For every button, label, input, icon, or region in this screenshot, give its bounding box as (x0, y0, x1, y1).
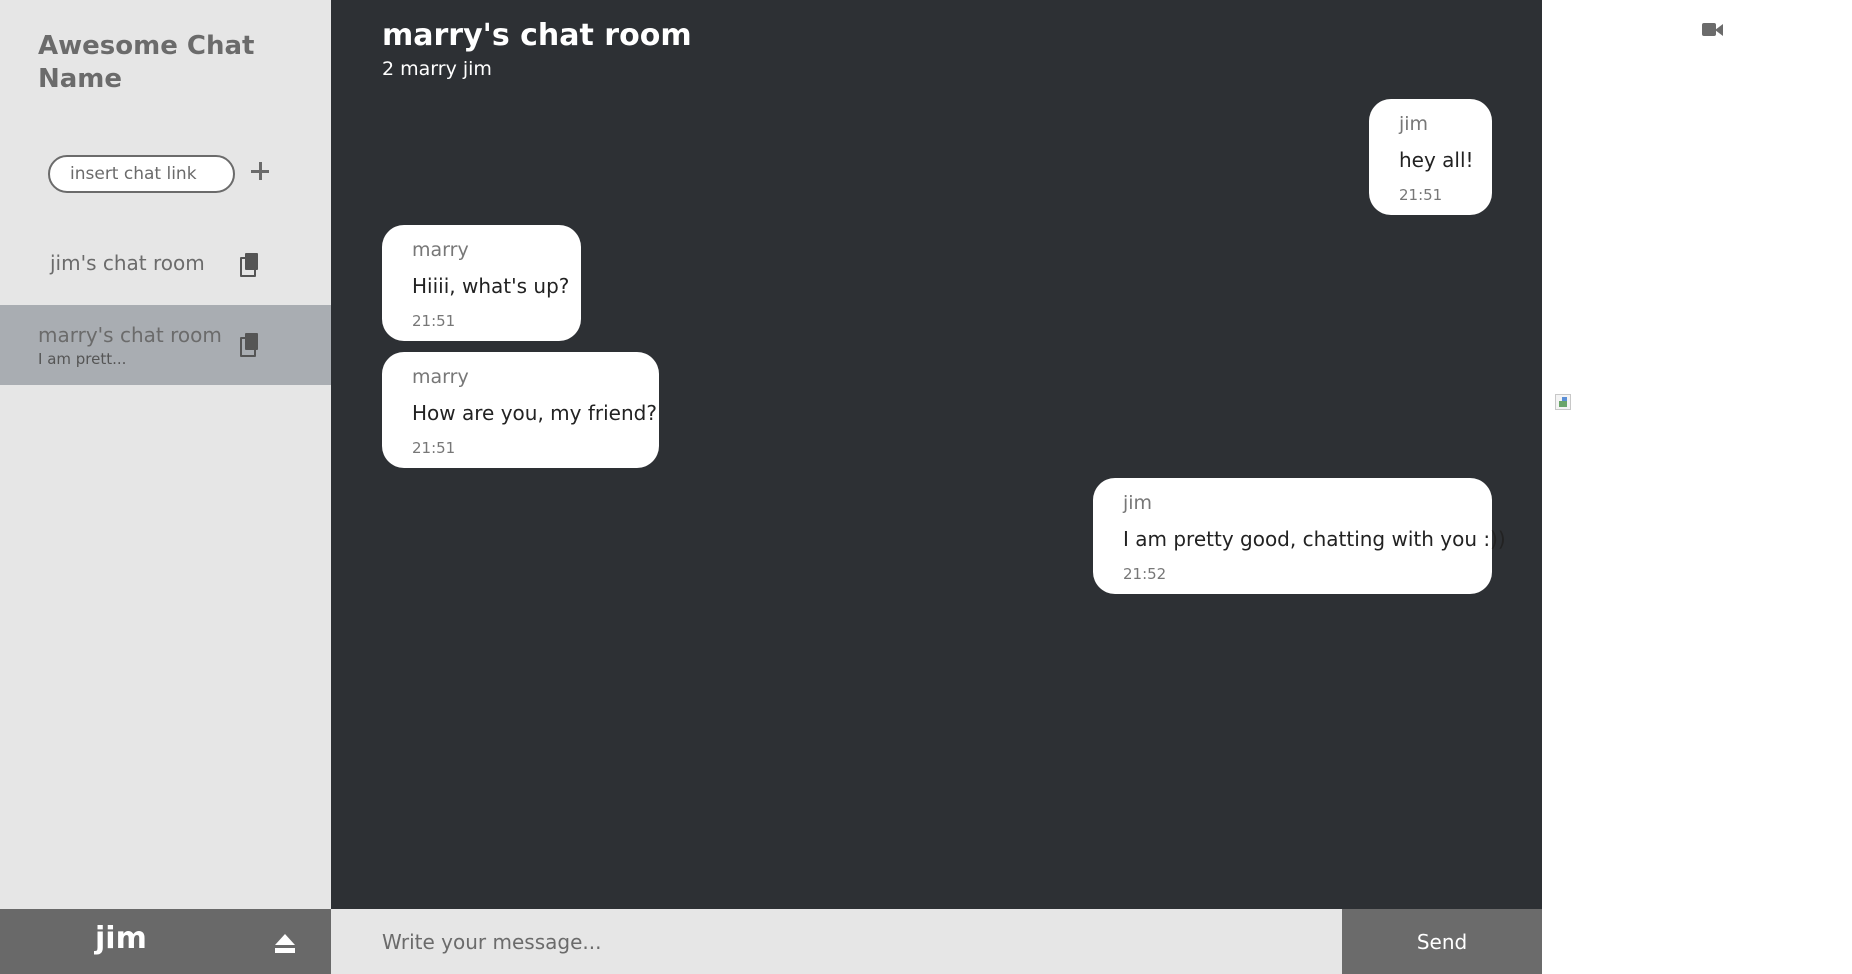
message-text: Hiiii, what's up? (412, 274, 570, 298)
room-item-jims-chat-room[interactable]: jim's chat room (0, 235, 331, 297)
chat-link-input[interactable] (48, 155, 235, 193)
video-call-button[interactable] (1702, 22, 1724, 38)
chat-app: Awesome Chat Name jim's chat room marry'… (0, 0, 1852, 974)
copy-icon[interactable] (240, 333, 258, 357)
message-author: marry (412, 366, 469, 388)
chat-panel: marry's chat room 2 marry jim jim hey al… (331, 0, 1542, 909)
chat-member-list: 2 marry jim (382, 58, 492, 80)
room-name: marry's chat room (38, 323, 222, 347)
message-composer (331, 909, 1342, 974)
message-time: 21:51 (1399, 186, 1443, 204)
add-chat-button[interactable] (246, 157, 274, 185)
message-text: How are you, my friend? (412, 401, 657, 425)
message-text: I am pretty good, chatting with you :)) (1123, 527, 1506, 551)
message-time: 21:51 (412, 312, 456, 330)
broken-image-icon (1555, 394, 1571, 410)
message-text: hey all! (1399, 148, 1474, 172)
message-bubble: marry Hiiii, what's up? 21:51 (382, 225, 581, 341)
app-title: Awesome Chat Name (38, 31, 255, 94)
room-last-message-preview: I am prett... (38, 350, 127, 368)
message-input[interactable] (331, 909, 1342, 974)
room-name: jim's chat room (50, 251, 205, 275)
message-author: jim (1123, 492, 1153, 514)
message-author: jim (1399, 113, 1429, 135)
send-button[interactable]: Send (1342, 909, 1542, 974)
message-bubble: jim I am pretty good, chatting with you … (1093, 478, 1506, 594)
sidebar: Awesome Chat Name jim's chat room marry'… (0, 0, 331, 909)
chat-room-title: marry's chat room (382, 18, 692, 53)
current-username: jim (95, 921, 147, 956)
message-bubble: marry How are you, my friend? 21:51 (382, 352, 659, 468)
message-time: 21:52 (1123, 565, 1167, 583)
logout-button[interactable] (274, 934, 296, 956)
message-bubble: jim hey all! 21:51 (1369, 99, 1492, 215)
message-author: marry (412, 239, 469, 261)
room-item-marrys-chat-room[interactable]: marry's chat room I am prett... (0, 305, 331, 385)
message-time: 21:51 (412, 439, 456, 457)
copy-icon[interactable] (240, 253, 258, 277)
video-panel (1542, 0, 1852, 974)
